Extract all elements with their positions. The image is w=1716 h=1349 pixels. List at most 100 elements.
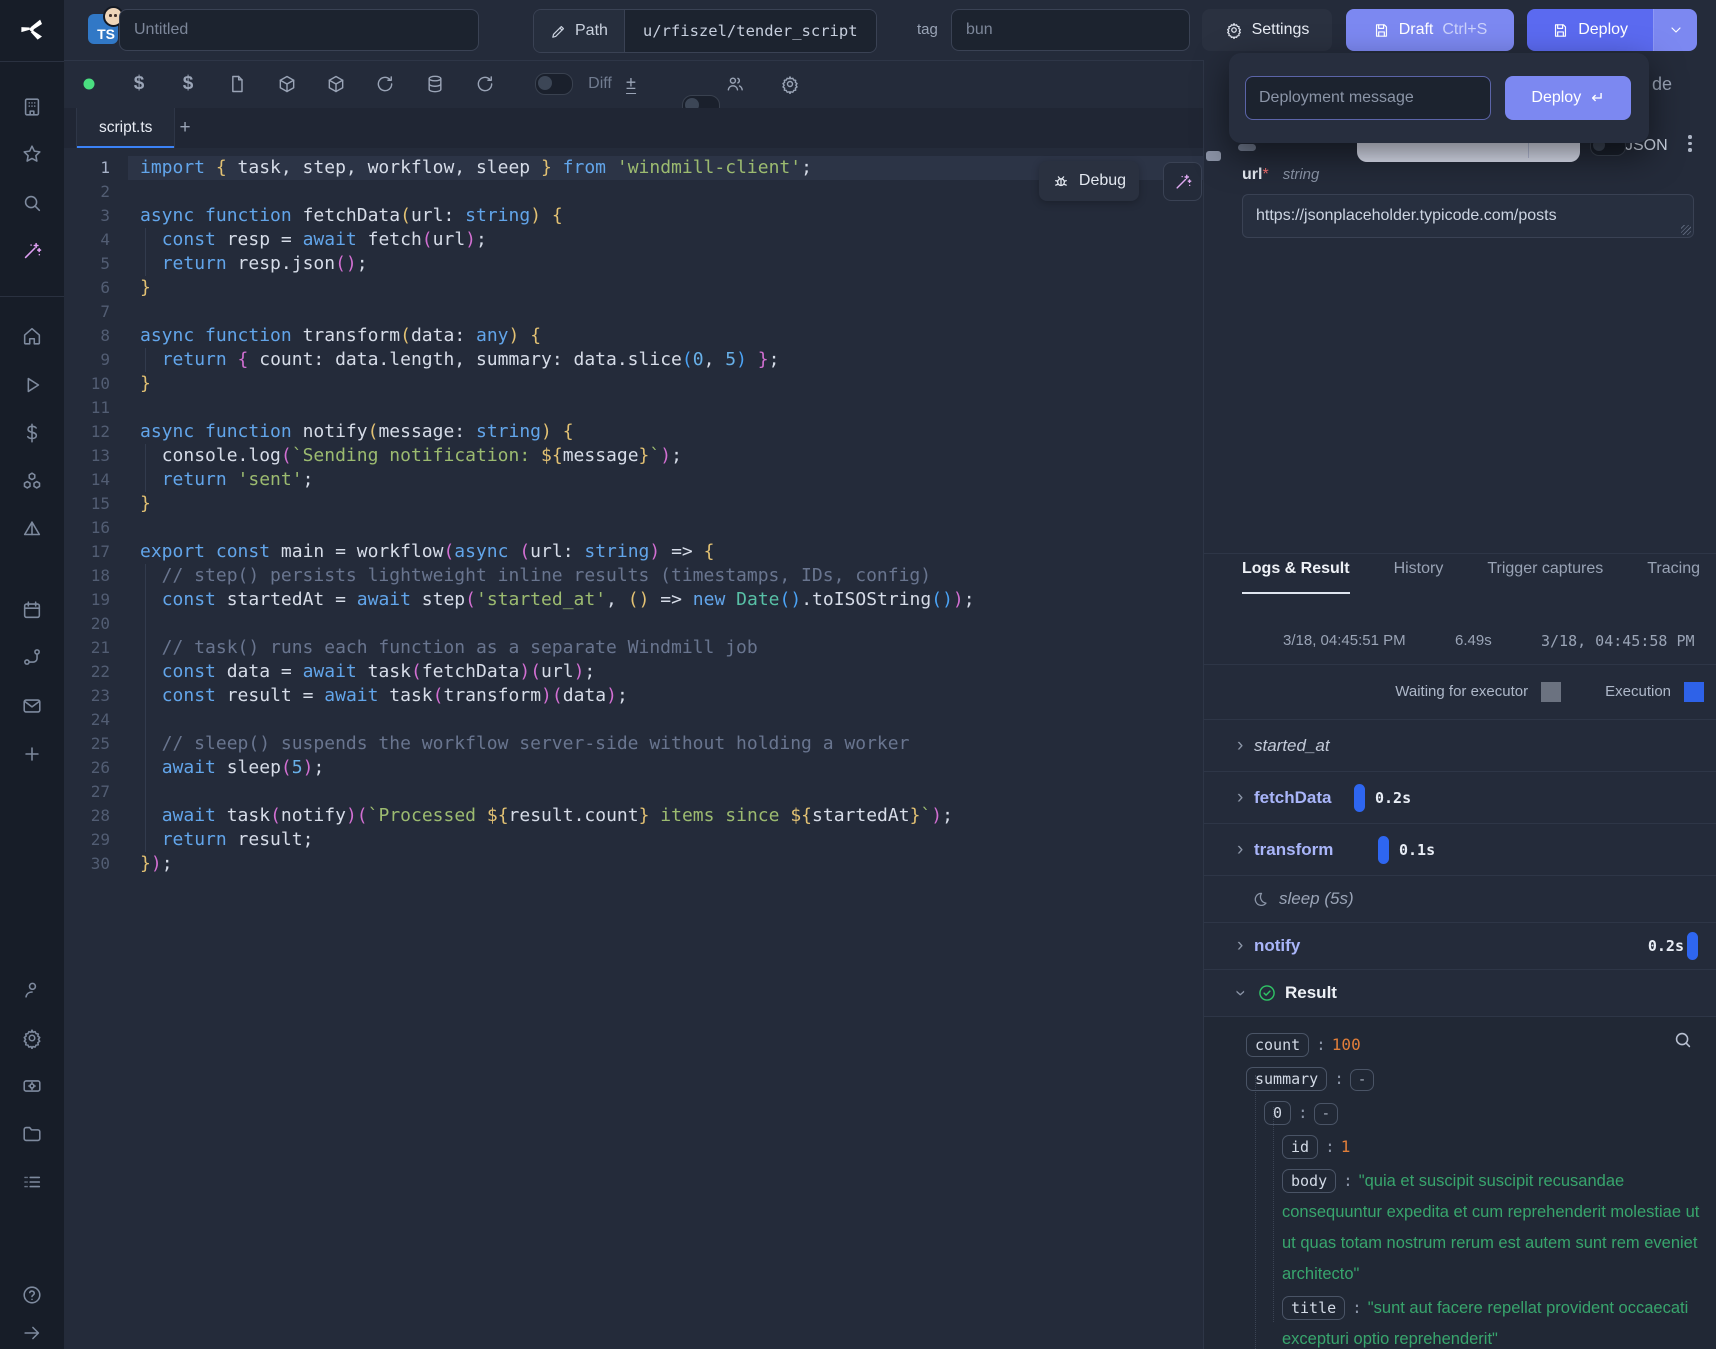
user-icon[interactable] (21, 979, 43, 1001)
line-number: 26 (64, 756, 110, 780)
windmill-logo-icon[interactable] (17, 14, 47, 44)
resources-cubes-icon[interactable] (21, 470, 43, 492)
flows-route-icon[interactable] (21, 646, 43, 668)
workflow-step-started_at[interactable]: ›started_at (1204, 719, 1716, 771)
code-line: console.log(`Sending notification: ${mes… (128, 444, 1203, 468)
code-line: const result = await task(transform)(dat… (128, 684, 1203, 708)
ai-wand-button[interactable] (1163, 162, 1202, 201)
package-icon[interactable] (326, 74, 346, 94)
file-tabbar: script.ts + (64, 108, 1203, 149)
file-icon[interactable] (227, 74, 247, 94)
variables-dollar-icon[interactable]: $ (134, 73, 145, 95)
collapsed-control (1238, 144, 1256, 151)
script-title-input[interactable]: Untitled (119, 9, 479, 51)
code-line: return 'sent'; (128, 468, 1203, 492)
save-icon (1373, 22, 1390, 39)
edit-path-button[interactable]: Path (534, 10, 625, 52)
tab-logs-result[interactable]: Logs & Result (1242, 560, 1350, 594)
bug-icon (1052, 172, 1070, 190)
audit-logs-list-icon[interactable] (21, 1171, 43, 1193)
step-name: fetchData (1254, 788, 1331, 808)
url-input[interactable]: https://jsonplaceholder.typicode.com/pos… (1242, 194, 1694, 238)
rotate-icon[interactable] (375, 74, 395, 94)
gear-icon (1225, 21, 1243, 39)
result-row[interactable]: › Result (1204, 969, 1716, 1016)
help-icon[interactable] (21, 1284, 43, 1306)
topbar: TS Untitled Path u/rfiszel/tender_script… (64, 0, 1716, 61)
calendar-icon[interactable] (21, 599, 43, 621)
search-icon[interactable] (21, 192, 43, 214)
json-collapse-toggle[interactable]: - (1350, 1069, 1374, 1091)
home-icon[interactable] (21, 325, 43, 347)
run-duration: 6.49s (1455, 632, 1492, 649)
panel-splitter-handle[interactable] (1206, 151, 1221, 161)
json-collapse-toggle[interactable]: - (1314, 1103, 1338, 1125)
line-number: 23 (64, 684, 110, 708)
settings-button[interactable]: Settings (1202, 9, 1332, 51)
contextual-dollar-icon[interactable]: $ (183, 73, 194, 95)
diff-plus-minus-icon: ± (626, 74, 636, 94)
code-content: import { task, step, workflow, sleep } f… (128, 156, 1203, 876)
database-icon[interactable] (425, 74, 445, 94)
deploy-options-caret[interactable] (1653, 9, 1697, 51)
line-number: 24 (64, 708, 110, 732)
diff-toggle[interactable] (535, 73, 573, 95)
tab-history[interactable]: History (1394, 560, 1444, 594)
mail-icon[interactable] (21, 695, 43, 717)
debug-button[interactable]: Debug (1039, 161, 1139, 201)
add-tab-button[interactable]: + (170, 108, 200, 148)
code-line: export const main = workflow(async (url:… (128, 540, 1203, 564)
workflow-step-fetchData[interactable]: ›fetchData0.2s (1204, 771, 1716, 823)
tag-input[interactable]: bun (951, 9, 1190, 51)
resize-handle[interactable] (1681, 225, 1691, 235)
favorites-star-icon[interactable] (21, 143, 43, 165)
refresh-icon[interactable] (475, 74, 495, 94)
workflow-step-sleeps[interactable]: sleep (5s) (1204, 875, 1716, 922)
chevron-right-icon: › (1237, 787, 1251, 809)
code-line: } (128, 492, 1203, 516)
workflow-step-notify[interactable]: ›notify0.2s (1204, 922, 1716, 969)
step-name: sleep (5s) (1279, 889, 1354, 909)
code-line (128, 780, 1203, 804)
settings-gear-icon[interactable] (21, 1027, 43, 1049)
line-number: 18 (64, 564, 110, 588)
editor-settings-gear-icon[interactable] (780, 74, 800, 94)
draft-button[interactable]: DraftCtrl+S (1346, 9, 1514, 51)
field-type: string (1283, 166, 1320, 183)
line-number: 6 (64, 276, 110, 300)
package-icon[interactable] (277, 74, 297, 94)
search-result-icon[interactable] (1672, 1029, 1694, 1051)
variables-dollar-icon[interactable] (21, 422, 43, 444)
tab-trigger-captures[interactable]: Trigger captures (1487, 560, 1603, 594)
schedules-prism-icon[interactable] (21, 518, 43, 540)
code-line (128, 612, 1203, 636)
folders-icon[interactable] (21, 1123, 43, 1145)
kebab-menu-icon[interactable] (1688, 135, 1692, 152)
step-name: started_at (1254, 736, 1330, 756)
code-editor[interactable]: 1234567891011121314151617181920212223242… (64, 148, 1203, 1349)
add-plus-icon[interactable] (21, 743, 43, 765)
workers-icon[interactable] (21, 1075, 43, 1097)
line-number: 25 (64, 732, 110, 756)
line-number: 7 (64, 300, 110, 324)
popup-deploy-button[interactable]: Deploy↵ (1505, 76, 1631, 120)
required-mark: * (1262, 166, 1268, 183)
workflow-step-transform[interactable]: ›transform0.1s (1204, 823, 1716, 875)
deployment-message-input[interactable] (1245, 76, 1491, 120)
code-line: // sleep() suspends the workflow server-… (128, 732, 1203, 756)
json-key: id (1282, 1135, 1318, 1159)
ai-wand-icon[interactable] (21, 240, 43, 262)
deploy-button[interactable]: Deploy (1527, 9, 1653, 51)
code-line: } (128, 276, 1203, 300)
json-row: summary:- (1246, 1064, 1708, 1095)
chevron-down-icon (1668, 22, 1684, 38)
code-line (128, 708, 1203, 732)
runs-play-icon[interactable] (21, 374, 43, 396)
path-value[interactable]: u/rfiszel/tender_script (625, 10, 876, 52)
tab-script-ts[interactable]: script.ts (76, 108, 175, 148)
collapse-arrow-icon[interactable] (21, 1322, 43, 1344)
tab-tracing[interactable]: Tracing (1647, 560, 1700, 594)
json-key: body (1282, 1169, 1336, 1193)
workspace-icon[interactable] (21, 96, 43, 118)
users-icon (725, 74, 745, 94)
